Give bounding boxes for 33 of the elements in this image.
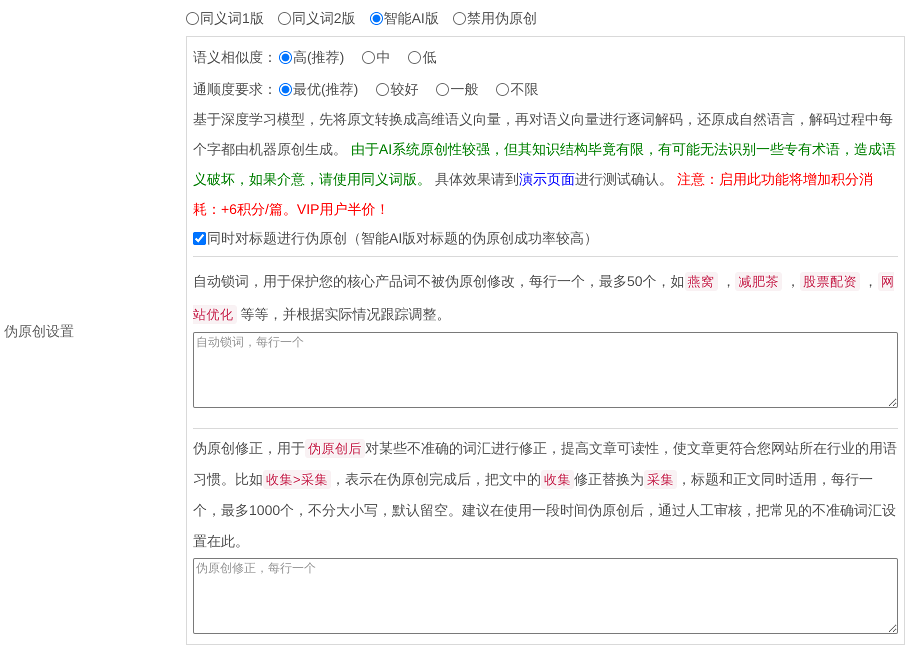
checkbox[interactable] [193,232,206,244]
demo-page-link[interactable]: 演示页面 [518,171,575,187]
radio-button[interactable] [279,50,292,64]
corrections-field[interactable]: 伪原创修正，每行一个 [193,558,898,634]
radio-button[interactable] [362,50,376,64]
radio-label[interactable]: 禁用伪原创 [466,8,537,29]
radio-label[interactable]: 不限 [510,78,538,100]
radio-label[interactable]: 同义词2版 [292,8,356,29]
ai-description: 基于深度学习模型，先将原文转换成高维语义向量，再对语义向量进行逐词解码，还原成自然语言，解码过程中每个字都由机器原创生成。 由于AI系统原创性较强，但其知识结构毕竟有限，有可能无法识别一些专有术语，造成语义破坏，如果介意，请使用同义词版。 具体效果请到演示页面进行测试确认。 注意：启用此功能将增加积分消耗：+6积分/篇。VIP用户半价！ [193,110,898,219]
radio-label[interactable]: 同义词1版 [200,8,264,29]
corrections-description: 伪原创修正，用于 伪原创后 对某些不准确的词汇进行修正，提高文章可读性，使文章更符合您网站所在行业的用语习惯。比如 收集>采集 ，表示在伪原创完成后，把文中的 收集 修正替换为 采集 ，标题和正文同时适用，每行一个，最多1000个，不分大小写，默认留空。建议在使用一段时间伪原创后，通过人工审核，把常见的不准确词汇设置在此。 [193,438,898,551]
radio-button[interactable] [436,82,450,96]
radio-label[interactable]: 一般 [450,78,478,100]
radio-label[interactable]: 低 [422,46,436,68]
lock-words-field[interactable]: 自动锁词，每行一个 [193,332,898,408]
radio-label[interactable]: 较好 [390,78,418,100]
radio-button[interactable] [376,82,390,96]
field-label: 通顺度要求： [193,80,277,98]
radio-label[interactable]: 高(推荐) [293,46,344,68]
radio-button[interactable] [370,12,383,25]
radio-button[interactable] [452,12,466,25]
field-label: 语义相似度： [193,48,277,66]
section-label: 伪原创设置 [3,322,74,340]
radio-button[interactable] [496,82,510,96]
radio-button[interactable] [408,50,422,64]
radio-button[interactable] [186,12,199,25]
radio-button[interactable] [278,12,291,25]
radio-label[interactable]: 智能AI版 [384,8,439,29]
radio-button[interactable] [279,82,292,96]
radio-label[interactable]: 最优(推荐) [293,78,358,100]
radio-label[interactable]: 中 [376,46,390,68]
title-option[interactable]: 同时对标题进行伪原创（智能AI版对标题的伪原创成功率较高） [193,224,898,252]
lock-words-description: 自动锁词，用于保护您的核心产品词不被伪原创修改，每行一个，最多50个，如 燕窝 ， 减肥茶 ， 股票配资 ， 网站优化 等等，并根据实际情况跟踪调整。 [193,271,896,326]
